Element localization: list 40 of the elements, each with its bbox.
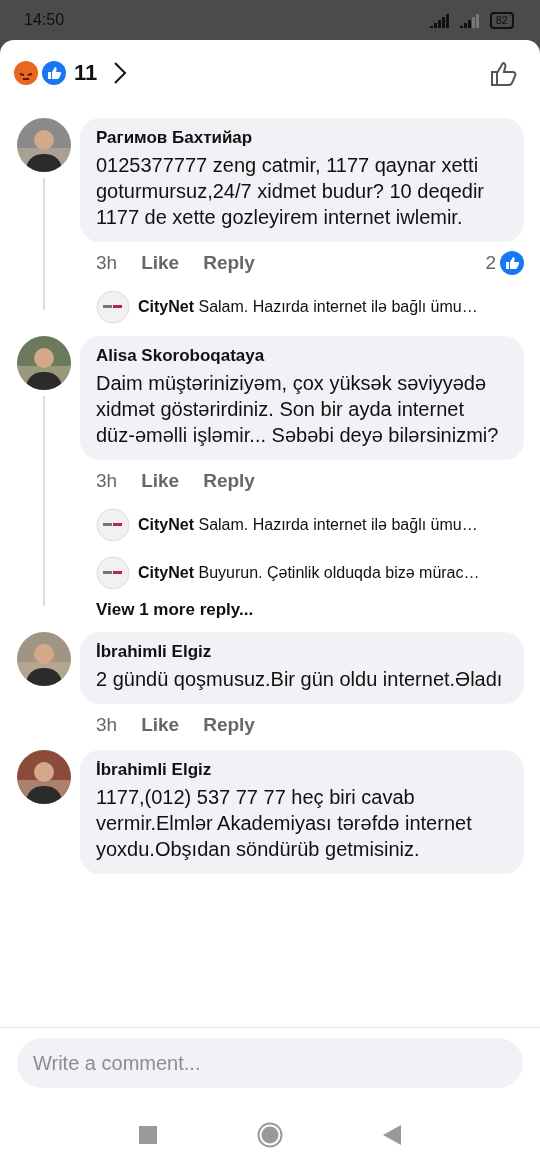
signal-icon <box>429 12 482 28</box>
view-more-replies-link[interactable]: View 1 more reply... <box>80 590 524 620</box>
comment-author[interactable]: İbrahimli Elgiz <box>96 642 508 662</box>
avatar[interactable] <box>17 632 71 686</box>
avatar[interactable] <box>17 118 71 172</box>
comment-time: 3h <box>96 252 118 274</box>
comment-text: 2 gündü qoşmusuz.Bir gün oldu internet.Əladı <box>96 667 504 692</box>
back-icon[interactable] <box>383 1125 401 1145</box>
like-link[interactable]: Like <box>141 714 180 736</box>
like-count: 2 <box>485 252 496 274</box>
comment-input-field[interactable]: Write a comment... <box>17 1038 523 1088</box>
comment-text: 1177,(012) 537 77 77 heç biri cavab vermir.Elmlər Akademiyası tərəfdə internet yoxdu.Obşıdan söndürüb getmisiniz. <box>96 785 473 862</box>
comment-text: Daim müştəriniziyəm, çox yüksək səviyyədə xidmət göstərirdiniz. Son bir ayda internet düz-əməlli işləmir... Səbəbi deyə bilərsinizmi? <box>96 371 500 448</box>
comment-author[interactable]: Alisa Skoroboqataya <box>96 346 508 366</box>
like-reaction-icon <box>42 61 66 85</box>
status-time: 14:50 <box>24 11 65 29</box>
logo-avatar[interactable] <box>96 508 130 542</box>
logo-avatar[interactable] <box>96 290 130 324</box>
avatar[interactable] <box>17 750 71 804</box>
comment-author[interactable]: İbrahimli Elgiz <box>96 760 508 780</box>
like-reaction-icon <box>500 251 524 275</box>
like-link[interactable]: Like <box>141 252 180 274</box>
reply-preview[interactable]: CityNet Salam. Hazırda internet ilə bağlı ümu… <box>138 516 478 534</box>
thumbs-up-icon[interactable] <box>490 59 518 87</box>
like-link[interactable]: Like <box>141 470 180 492</box>
reply-link[interactable]: Reply <box>203 714 255 736</box>
comment-time: 3h <box>96 470 118 492</box>
reply-link[interactable]: Reply <box>203 470 255 492</box>
home-icon[interactable] <box>257 1122 283 1148</box>
avatar[interactable] <box>17 336 71 390</box>
reply-preview[interactable]: CityNet Salam. Hazırda internet ilə bağlı ümu… <box>138 298 478 316</box>
logo-avatar[interactable] <box>96 556 130 590</box>
reply-link[interactable]: Reply <box>203 252 255 274</box>
chevron-right-icon <box>113 61 128 85</box>
comment-author[interactable]: Рагимов Бахтийар <box>96 128 508 148</box>
reactions-button[interactable]: 11 <box>14 60 128 86</box>
comment-text: 0125377777 zeng catmir, 1177 qaynar xetti goturmursuz,24/7 xidmet budur? 10 deqedir 1177 de xette gozleyirem internet iwlemir. <box>96 153 485 230</box>
comment-time: 3h <box>96 714 118 736</box>
reply-preview[interactable]: CityNet Buyurun. Çətinlik olduqda bizə mürac… <box>138 564 480 582</box>
angry-reaction-icon <box>14 61 38 85</box>
